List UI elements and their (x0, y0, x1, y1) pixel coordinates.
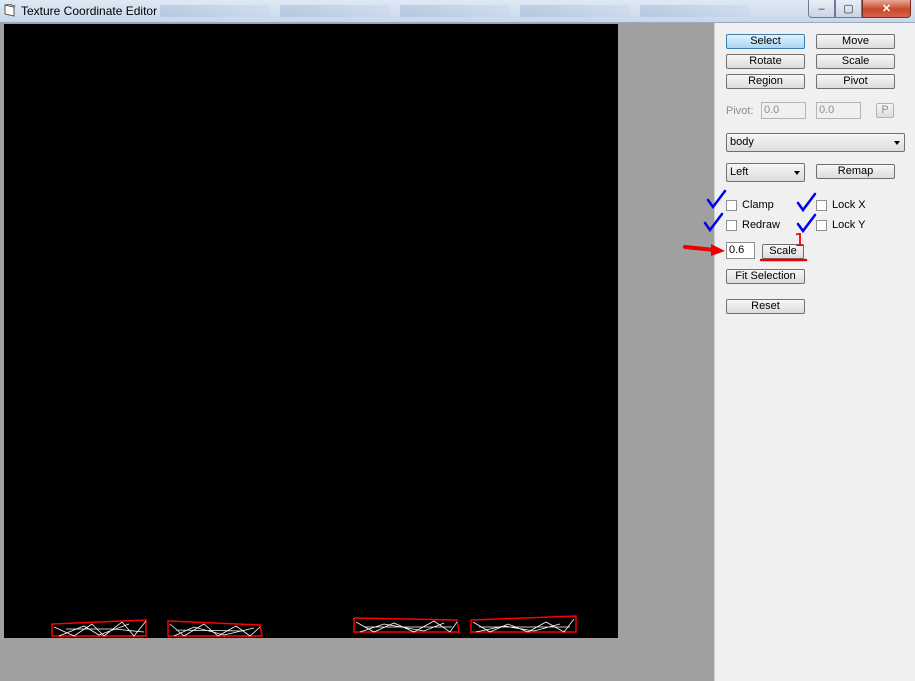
background-taskbar-ghost (160, 3, 800, 19)
reset-button[interactable]: Reset (726, 299, 805, 314)
annotation-number: 1 (794, 230, 806, 251)
uv-island[interactable] (167, 620, 263, 637)
uv-mesh-overlay (51, 615, 577, 637)
title-bar: Texture Coordinate Editor – ▢ ✕ (0, 0, 915, 23)
remap-button[interactable]: Remap (816, 164, 895, 179)
underline-mark (760, 258, 808, 262)
pivot-p-button[interactable]: P (876, 103, 894, 118)
side-select[interactable]: Left (726, 163, 805, 182)
uv-island[interactable] (353, 617, 460, 633)
select-button[interactable]: Select (726, 34, 805, 49)
minimize-button[interactable]: – (808, 0, 835, 18)
pivot-y-field[interactable]: 0.0 (816, 102, 861, 119)
redraw-label: Redraw (742, 219, 780, 231)
lock-y-label: Lock Y (832, 219, 866, 231)
close-icon: ✕ (881, 3, 892, 15)
fit-selection-button[interactable]: Fit Selection (726, 269, 805, 284)
uv-island[interactable] (470, 615, 577, 633)
uv-island[interactable] (51, 619, 147, 637)
lock-x-label: Lock X (832, 199, 866, 211)
scale-factor-input[interactable]: 0.6 (726, 242, 755, 259)
arrow-right-icon (683, 244, 725, 256)
rotate-button[interactable]: Rotate (726, 54, 805, 69)
pivot-label: Pivot: (726, 105, 754, 117)
close-button[interactable]: ✕ (862, 0, 911, 18)
mesh-select[interactable]: body (726, 133, 905, 152)
pivot-x-field[interactable]: 0.0 (761, 102, 806, 119)
scale-mode-button[interactable]: Scale (816, 54, 895, 69)
mesh-select-value: body (730, 136, 754, 148)
checkmark-icon (706, 189, 727, 210)
clamp-label: Clamp (742, 199, 774, 211)
window-title: Texture Coordinate Editor (21, 4, 158, 18)
chevron-down-icon (794, 171, 800, 175)
maximize-button[interactable]: ▢ (835, 0, 862, 18)
region-button[interactable]: Region (726, 74, 805, 89)
redraw-checkbox[interactable] (726, 220, 737, 231)
uv-canvas[interactable] (4, 24, 618, 638)
pivot-button[interactable]: Pivot (816, 74, 895, 89)
app-icon (4, 4, 16, 17)
tool-panel: Select Move Rotate Scale Region Pivot Pi… (714, 23, 915, 681)
chevron-down-icon (894, 141, 900, 145)
minimize-icon: – (818, 2, 825, 15)
side-select-value: Left (730, 166, 749, 178)
checkmark-icon (703, 212, 724, 233)
move-button[interactable]: Move (816, 34, 895, 49)
maximize-icon: ▢ (843, 3, 854, 15)
